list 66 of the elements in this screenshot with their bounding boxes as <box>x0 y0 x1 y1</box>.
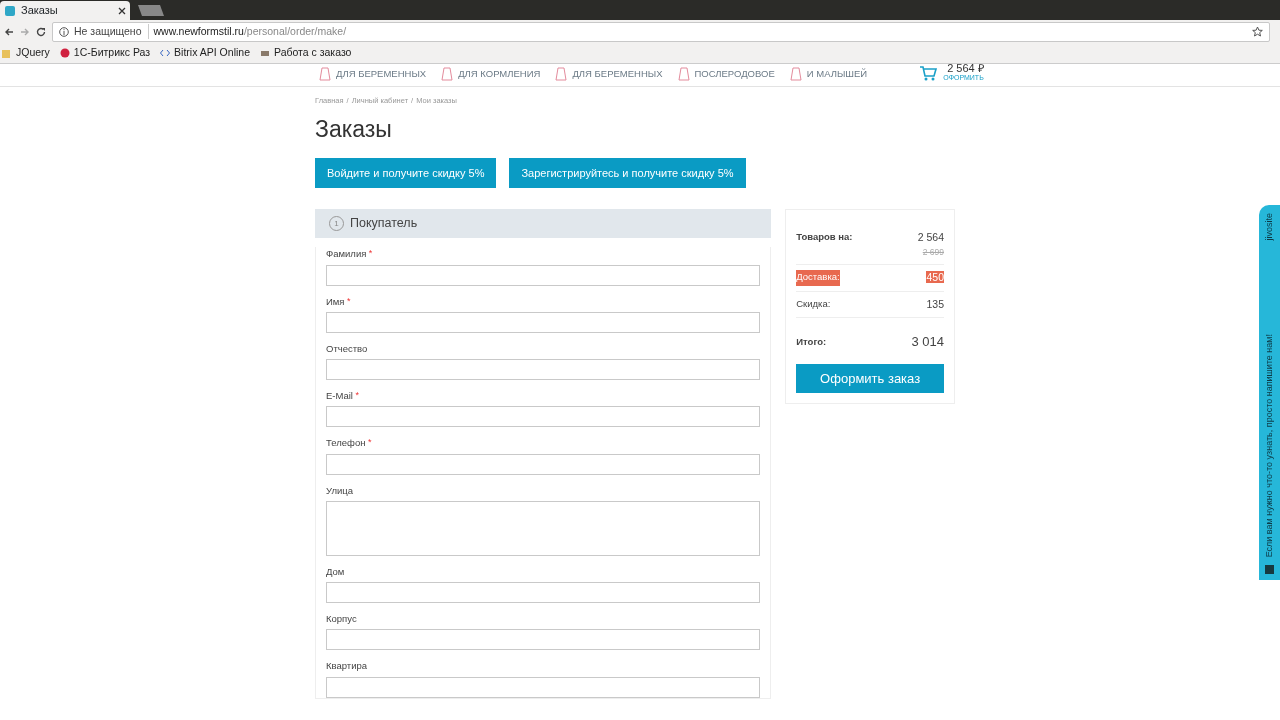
field-label: Отчество <box>326 341 369 356</box>
nav-link[interactable]: ПОСЛЕРОДОВОЕ <box>676 66 775 81</box>
summary-label: Доставка: <box>796 269 840 286</box>
field-label: Корпус <box>326 612 358 627</box>
clothing-icon <box>788 66 803 81</box>
field-label: Телефон * <box>326 436 373 451</box>
bookmark[interactable]: Bitrix API Online <box>160 45 250 61</box>
old-price: 2 699 <box>921 246 944 259</box>
chat-widget[interactable]: jivosite Если вам нужно что-то узнать, просто напишите нам! <box>1259 205 1280 580</box>
bookmark-icon <box>260 48 270 58</box>
browser-tab[interactable]: Заказы <box>0 1 130 20</box>
input-field[interactable] <box>326 676 761 698</box>
site-icon <box>4 4 16 17</box>
summary-value: 450 <box>926 270 944 283</box>
forward-icon[interactable] <box>20 26 30 37</box>
field-label: E-Mail * <box>326 389 360 404</box>
bookmark[interactable]: JQuery <box>2 45 50 61</box>
bookmark-icon <box>160 48 171 58</box>
address-bar[interactable]: Не защищено www.newformstil.ru/personal/order/make/ <box>52 21 1270 42</box>
discount-button[interactable]: Войдите и получите скидку 5% <box>315 157 497 189</box>
input-field[interactable] <box>326 406 761 428</box>
summary-value: 135 <box>926 297 944 310</box>
reload-icon[interactable] <box>36 26 46 37</box>
field-label: Квартира <box>326 659 369 674</box>
page-title: Заказы <box>315 116 393 144</box>
bookmark-icon <box>2 48 12 58</box>
cart-icon <box>919 65 938 81</box>
clothing-icon <box>554 66 569 81</box>
nav-link[interactable]: ДЛЯ БЕРЕМЕННЫХ <box>554 66 663 81</box>
clothing-icon <box>318 66 332 81</box>
discount-button[interactable]: Зарегистрируйтесь и получите скидку 5% <box>509 157 746 189</box>
section-title: Покупатель <box>350 215 418 233</box>
nav-link[interactable]: И МАЛЫШЕЙ <box>788 66 868 81</box>
cart-total: 2 564 ₽ <box>947 63 984 74</box>
back-icon[interactable] <box>4 26 14 37</box>
field-label: Имя * <box>326 294 352 309</box>
info-icon <box>59 26 69 37</box>
chat-brand: jivosite <box>1262 213 1275 241</box>
total-label: Итого: <box>796 334 827 349</box>
bookmark[interactable]: 1С-Битрикс Раз <box>59 45 151 61</box>
checkout-button[interactable]: Оформить заказ <box>796 363 944 394</box>
total-value: 3 014 <box>911 333 944 352</box>
clothing-icon <box>676 66 691 81</box>
nav-link[interactable]: ДЛЯ КОРМЛЕНИЯ <box>440 66 541 81</box>
chat-message: Если вам нужно что-то узнать, просто напишите нам! <box>1262 333 1275 557</box>
close-icon[interactable] <box>118 6 126 15</box>
textarea-field[interactable] <box>326 500 761 556</box>
input-field[interactable] <box>326 311 761 333</box>
input-field[interactable] <box>326 629 761 651</box>
input-field[interactable] <box>326 264 761 286</box>
clothing-icon <box>440 66 455 81</box>
bookmark-icon <box>59 48 70 58</box>
bookmark[interactable]: Работа с заказо <box>260 45 352 61</box>
summary-label: Скидка: <box>796 296 831 311</box>
url-text: www.newformstil.ru/personal/order/make/ <box>153 23 347 39</box>
input-field[interactable] <box>326 582 761 604</box>
input-field[interactable] <box>326 453 761 475</box>
field-label: Дом <box>326 564 346 579</box>
nav-link[interactable]: ДЛЯ БЕРЕМЕННЫХ <box>318 66 427 81</box>
star-icon[interactable] <box>1252 26 1263 37</box>
summary-label: Товаров на: <box>796 230 853 245</box>
input-field[interactable] <box>326 359 761 381</box>
field-label: Улица <box>326 483 354 498</box>
summary-value: 2 564 <box>917 231 944 244</box>
new-tab-button[interactable] <box>138 5 164 16</box>
field-label: Фамилия * <box>326 247 374 262</box>
